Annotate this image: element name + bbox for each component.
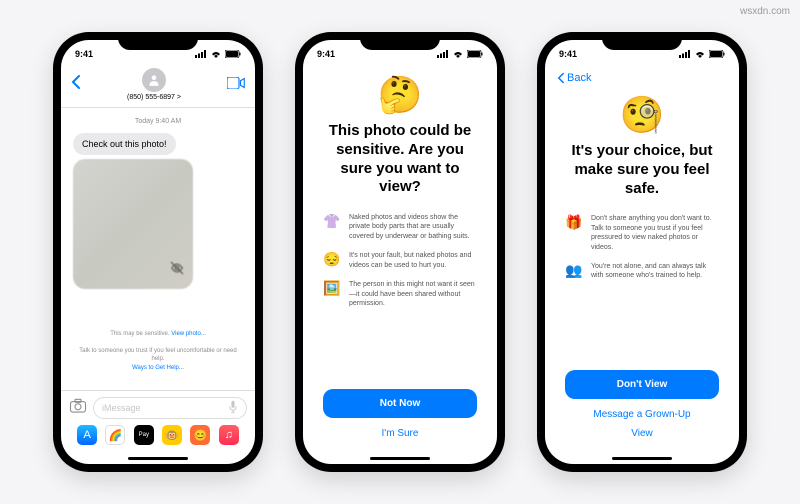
home-indicator[interactable] xyxy=(370,457,430,460)
picture-icon: 🖼️ xyxy=(323,280,341,308)
not-now-button[interactable]: Not Now xyxy=(323,389,477,418)
clothing-icon: 👚 xyxy=(323,213,341,241)
phone-warning-2: 9:41 Back 🧐 It's your choice, but make s… xyxy=(537,32,747,472)
wifi-icon xyxy=(694,50,706,58)
battery-icon xyxy=(467,50,483,58)
camera-button[interactable] xyxy=(69,398,87,419)
safety-sheet: 🧐 It's your choice, but make sure you fe… xyxy=(545,86,739,453)
bullet-item: 😔 It's not your fault, but naked photos … xyxy=(323,251,477,270)
chat-timestamp: Today 9:40 AM xyxy=(73,118,243,125)
bullet-item: 🖼️ The person in this might not want it … xyxy=(323,280,477,308)
signal-icon xyxy=(195,50,207,58)
people-icon: 👥 xyxy=(565,262,583,281)
messages-header: (850) 555-6897 > xyxy=(61,66,255,108)
sheet-title: It's your choice, but make sure you feel… xyxy=(565,142,719,198)
bullet-item: 🎁 Don't share anything you don't want to… xyxy=(565,214,719,252)
input-bar: iMessage A 🌈 Pay 🐵 😊 ♫ xyxy=(61,390,255,453)
wifi-icon xyxy=(452,50,464,58)
phone-warning-1: 9:41 🤔 This photo could be sensitive. Ar… xyxy=(295,32,505,472)
chat-body: Today 9:40 AM Check out this photo! This… xyxy=(61,108,255,390)
blurred-photo[interactable] xyxy=(73,159,193,289)
hero-emoji-monocle: 🧐 xyxy=(565,94,719,136)
dont-view-button[interactable]: Don't View xyxy=(565,370,719,399)
app-drawer: A 🌈 Pay 🐵 😊 ♫ xyxy=(69,419,247,447)
safety-sheet: 🤔 This photo could be sensitive. Are you… xyxy=(303,66,497,453)
back-button[interactable]: Back xyxy=(557,72,591,84)
view-photo-link[interactable]: View photo... xyxy=(171,331,206,337)
incoming-message[interactable]: Check out this photo! xyxy=(73,133,176,155)
sheet-nav: Back xyxy=(545,66,739,86)
im-sure-button[interactable]: I'm Sure xyxy=(323,424,477,443)
phone-messages: 9:41 (850) 555-6897 > Today 9:40 AM Chec… xyxy=(53,32,263,472)
home-indicator[interactable] xyxy=(128,457,188,460)
ways-help-link[interactable]: Ways to Get Help... xyxy=(132,365,184,371)
bullet-item: 👚 Naked photos and videos show the priva… xyxy=(323,213,477,241)
back-button[interactable] xyxy=(71,74,81,95)
signal-icon xyxy=(679,50,691,58)
view-button[interactable]: View xyxy=(565,424,719,443)
hero-emoji-thinking: 🤔 xyxy=(323,74,477,116)
status-time: 9:41 xyxy=(559,49,577,59)
message-grownup-button[interactable]: Message a Grown-Up xyxy=(565,405,719,424)
home-indicator[interactable] xyxy=(612,457,672,460)
eye-off-icon xyxy=(169,260,185,281)
status-time: 9:41 xyxy=(317,49,335,59)
signal-icon xyxy=(437,50,449,58)
wifi-icon xyxy=(210,50,222,58)
battery-icon xyxy=(225,50,241,58)
gift-icon: 🎁 xyxy=(565,214,583,252)
sad-icon: 😔 xyxy=(323,251,341,270)
sheet-title: This photo could be sensitive. Are you s… xyxy=(323,122,477,197)
music-app-icon[interactable]: ♫ xyxy=(219,425,239,445)
memoji2-app-icon[interactable]: 😊 xyxy=(190,425,210,445)
bullet-item: 👥 You're not alone, and can always talk … xyxy=(565,262,719,281)
contact-avatar[interactable] xyxy=(142,68,166,92)
watermark: wsxdn.com xyxy=(740,6,790,17)
applepay-app-icon[interactable]: Pay xyxy=(134,425,154,445)
status-time: 9:41 xyxy=(75,49,93,59)
mic-icon[interactable] xyxy=(228,400,238,416)
battery-icon xyxy=(709,50,725,58)
photos-app-icon[interactable]: 🌈 xyxy=(105,425,125,445)
contact-name[interactable]: (850) 555-6897 > xyxy=(81,94,227,101)
sensitive-warning: This may be sensitive. View photo... xyxy=(73,331,243,337)
facetime-button[interactable] xyxy=(227,76,245,94)
store-app-icon[interactable]: A xyxy=(77,425,97,445)
memoji-app-icon[interactable]: 🐵 xyxy=(162,425,182,445)
message-input[interactable]: iMessage xyxy=(93,397,247,419)
advice-text: Talk to someone you trust if you feel un… xyxy=(73,347,243,372)
